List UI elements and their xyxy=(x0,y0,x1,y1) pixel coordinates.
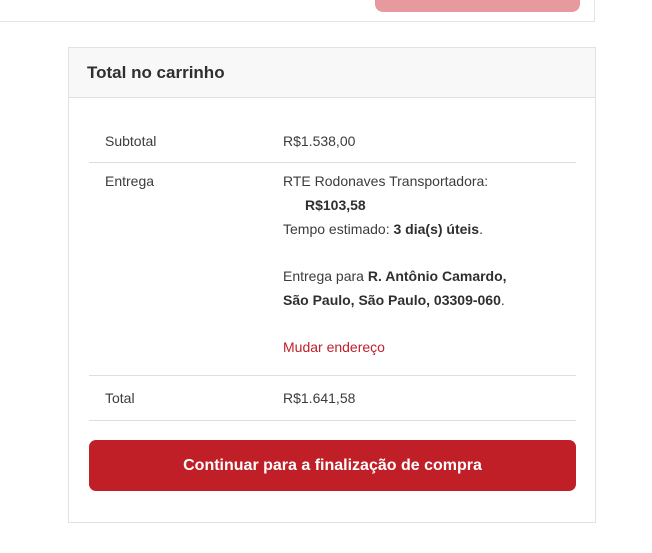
shipping-destination-line2-wrap: São Paulo, São Paulo, 03309-060. xyxy=(283,288,576,312)
shipping-estimate: Tempo estimado: 3 dia(s) úteis. xyxy=(283,217,576,241)
cart-totals-title: Total no carrinho xyxy=(87,62,225,82)
total-row: Total R$1.641,58 xyxy=(89,376,576,421)
shipping-destination-line1: R. Antônio Camardo, xyxy=(367,268,507,284)
previous-button-edge[interactable] xyxy=(375,0,580,12)
shipping-destination-prefix: Entrega para xyxy=(283,268,364,284)
shipping-estimate-value: 3 dia(s) úteis xyxy=(393,221,480,237)
proceed-to-checkout-button[interactable]: Continuar para a finalização de compra xyxy=(89,440,576,491)
subtotal-value: R$1.538,00 xyxy=(283,133,356,149)
shipping-row: Entrega RTE Rodonaves Transportadora: R$… xyxy=(89,163,576,376)
shipping-price: R$103,58 xyxy=(305,197,366,213)
page: Total no carrinho Subtotal R$1.538,00 En… xyxy=(0,0,652,553)
shipping-destination-line2: São Paulo, São Paulo, 03309-060 xyxy=(283,292,501,308)
cart-totals-header: Total no carrinho xyxy=(69,48,595,98)
shipping-details: RTE Rodonaves Transportadora: R$103,58 T… xyxy=(283,169,576,375)
cart-totals-table: Subtotal R$1.538,00 Entrega RTE Rodonave… xyxy=(89,120,576,421)
total-value: R$1.641,58 xyxy=(283,390,356,406)
shipping-destination: Entrega para R. Antônio Camardo, xyxy=(283,264,576,288)
subtotal-label: Subtotal xyxy=(105,133,157,149)
change-address-link[interactable]: Mudar endereço xyxy=(283,339,385,355)
subtotal-row: Subtotal R$1.538,00 xyxy=(89,120,576,163)
shipping-estimate-suffix: . xyxy=(479,221,483,237)
shipping-destination-suffix: . xyxy=(500,292,505,308)
shipping-estimate-prefix: Tempo estimado: xyxy=(283,221,390,237)
cart-totals-box: Total no carrinho Subtotal R$1.538,00 En… xyxy=(68,47,596,523)
shipping-label: Entrega xyxy=(105,173,155,189)
total-label: Total xyxy=(105,390,135,406)
shipping-method: RTE Rodonaves Transportadora: xyxy=(283,173,489,189)
